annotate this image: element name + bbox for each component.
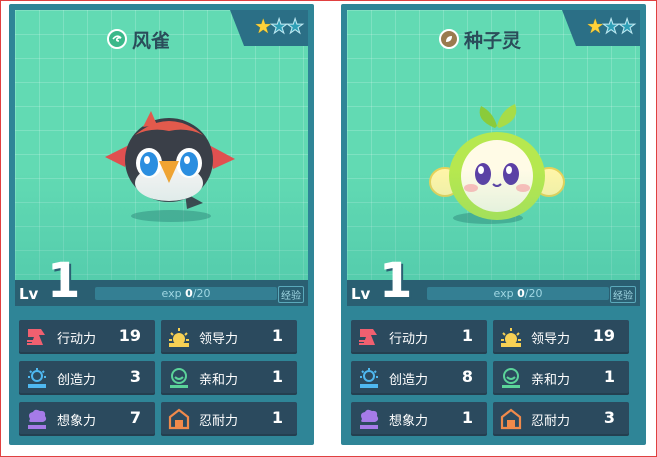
pet-card-2[interactable]: ★★★ 种子灵 Lv 1 exp 0/20 经验 行动力 1 领导力 19 创造…	[341, 4, 646, 445]
exp-bar: exp 0/20	[427, 287, 609, 300]
pet-art-panel: ★★★ 风雀	[15, 10, 308, 280]
stat-value: 19	[118, 326, 141, 345]
exp-bar: exp 0/20	[95, 287, 277, 300]
wind-icon	[107, 29, 127, 49]
stat-label: 领导力	[531, 332, 571, 347]
stat-label: 亲和力	[199, 373, 239, 388]
star-rating: ★★★	[586, 14, 637, 39]
stat-value: 8	[461, 367, 473, 386]
stat-value: 3	[603, 408, 615, 427]
action-icon	[359, 329, 377, 345]
star-empty-icon: ★	[270, 14, 289, 39]
exp-current: 0	[185, 287, 193, 300]
action-icon	[27, 329, 45, 345]
affinity-icon	[170, 368, 188, 388]
stat-label: 想象力	[57, 414, 97, 429]
leadership-icon	[169, 328, 189, 347]
pet-shadow	[453, 212, 523, 224]
stat-leadership: 领导力 19	[493, 320, 629, 354]
stat-endurance: 忍耐力 3	[493, 402, 629, 436]
stat-action: 行动力 1	[351, 320, 487, 354]
stat-value: 1	[603, 367, 615, 386]
stat-endurance: 忍耐力 1	[161, 402, 297, 436]
stat-action: 行动力 19	[19, 320, 155, 354]
endurance-icon	[500, 408, 522, 430]
creativity-icon	[28, 368, 46, 388]
detail-button[interactable]: 经验	[610, 286, 636, 303]
pet-art-panel: ★★★ 种子灵	[347, 10, 640, 280]
stat-value: 1	[461, 326, 473, 345]
stat-value: 1	[271, 408, 283, 427]
imagination-icon	[28, 409, 47, 429]
star-empty-icon: ★	[286, 14, 305, 39]
creativity-icon	[360, 368, 378, 388]
stat-creativity: 创造力 8	[351, 361, 487, 395]
stat-value: 1	[461, 408, 473, 427]
pet-name: 风雀	[107, 26, 170, 52]
endurance-icon	[168, 408, 190, 430]
star-empty-icon: ★	[602, 14, 621, 39]
detail-button[interactable]: 经验	[278, 286, 304, 303]
level-number: 1	[47, 253, 81, 309]
star-rating: ★★★	[254, 14, 305, 39]
pet-name-label: 种子灵	[464, 29, 522, 52]
stat-creativity: 创造力 3	[19, 361, 155, 395]
stat-label: 创造力	[57, 373, 97, 388]
exp-label: exp	[493, 287, 514, 300]
stat-label: 忍耐力	[531, 414, 571, 429]
stat-value: 1	[271, 326, 283, 345]
exp-max: /20	[192, 287, 211, 300]
pet-name: 种子灵	[439, 26, 521, 52]
stat-affinity: 亲和力 1	[493, 361, 629, 395]
stat-value: 7	[129, 408, 141, 427]
leadership-icon	[501, 328, 521, 347]
exp-label: exp	[161, 287, 182, 300]
stat-label: 创造力	[389, 373, 429, 388]
level-bar: Lv 1 exp 0/20 经验	[347, 256, 640, 306]
pet-name-label: 风雀	[132, 29, 171, 52]
stat-value: 1	[271, 367, 283, 386]
stat-leadership: 领导力 1	[161, 320, 297, 354]
seed-pet-image	[429, 104, 565, 220]
stat-label: 忍耐力	[199, 414, 239, 429]
stat-value: 3	[129, 367, 141, 386]
stat-label: 想象力	[389, 414, 429, 429]
stat-affinity: 亲和力 1	[161, 361, 297, 395]
seed-icon	[439, 29, 459, 49]
stat-imagination: 想象力 1	[351, 402, 487, 436]
affinity-icon	[502, 368, 520, 388]
stat-label: 亲和力	[531, 373, 571, 388]
stat-imagination: 想象力 7	[19, 402, 155, 436]
imagination-icon	[360, 409, 379, 429]
stat-label: 行动力	[389, 332, 429, 347]
stat-label: 领导力	[199, 332, 239, 347]
star-filled-icon: ★	[254, 14, 272, 38]
level-label: Lv	[351, 285, 371, 303]
bird-pet-image	[105, 111, 235, 209]
star-empty-icon: ★	[618, 14, 637, 39]
pet-card-1[interactable]: ★★★ 风雀 Lv 1 exp 0/20 经验 行动力 19 领导力 1 创造力…	[9, 4, 314, 445]
level-bar: Lv 1 exp 0/20 经验	[15, 256, 308, 306]
stat-label: 行动力	[57, 332, 97, 347]
star-filled-icon: ★	[586, 14, 604, 38]
stat-value: 19	[592, 326, 615, 345]
level-label: Lv	[19, 285, 39, 303]
exp-max: /20	[524, 287, 543, 300]
exp-current: 0	[517, 287, 525, 300]
level-number: 1	[379, 253, 413, 309]
pet-shadow	[131, 210, 211, 222]
